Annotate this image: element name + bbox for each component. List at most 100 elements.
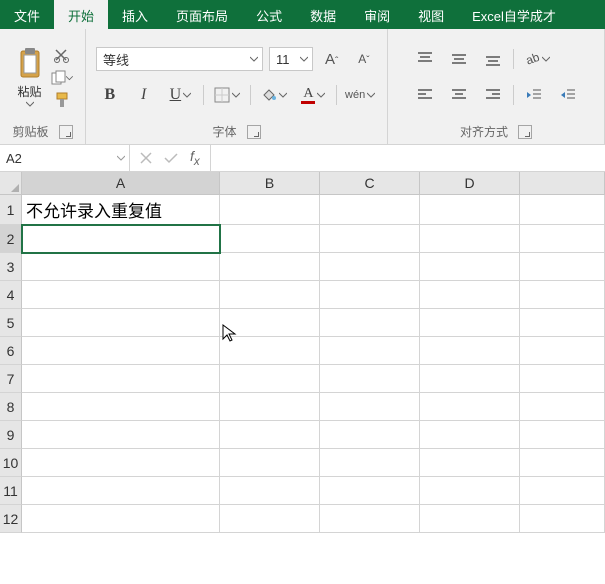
cell-D1[interactable]	[420, 195, 520, 225]
enter-formula-button[interactable]	[164, 152, 178, 164]
cell-B12[interactable]	[220, 505, 320, 533]
row-header-6[interactable]: 6	[0, 337, 22, 365]
cell-A9[interactable]	[22, 421, 220, 449]
cut-button[interactable]	[51, 47, 73, 65]
cell-D11[interactable]	[420, 477, 520, 505]
cell-B1[interactable]	[220, 195, 320, 225]
cell-D6[interactable]	[420, 337, 520, 365]
tab-insert[interactable]: 插入	[108, 0, 162, 29]
cell-D2[interactable]	[420, 225, 520, 253]
cell-4[interactable]	[520, 281, 605, 309]
cell-C12[interactable]	[320, 505, 420, 533]
cell-B10[interactable]	[220, 449, 320, 477]
tab-view[interactable]: 视图	[404, 0, 458, 29]
cell-B7[interactable]	[220, 365, 320, 393]
cell-C5[interactable]	[320, 309, 420, 337]
font-color-button[interactable]: A	[297, 82, 331, 108]
name-box[interactable]: A2	[0, 145, 130, 171]
cell-D8[interactable]	[420, 393, 520, 421]
cell-7[interactable]	[520, 365, 605, 393]
cell-B11[interactable]	[220, 477, 320, 505]
cell-A6[interactable]	[22, 337, 220, 365]
row-header-2[interactable]: 2	[0, 225, 22, 253]
italic-button[interactable]: I	[130, 82, 158, 108]
cell-A7[interactable]	[22, 365, 220, 393]
cell-B5[interactable]	[220, 309, 320, 337]
cell-3[interactable]	[520, 253, 605, 281]
col-header-A[interactable]: A	[22, 172, 220, 195]
cell-C7[interactable]	[320, 365, 420, 393]
cell-B8[interactable]	[220, 393, 320, 421]
tab-home[interactable]: 开始	[54, 0, 108, 29]
align-bottom-button[interactable]	[479, 46, 507, 72]
row-header-9[interactable]: 9	[0, 421, 22, 449]
cell-A4[interactable]	[22, 281, 220, 309]
increase-font-button[interactable]: Aˆ	[319, 46, 345, 72]
alignment-launcher[interactable]	[518, 125, 532, 139]
tab-page-layout[interactable]: 页面布局	[162, 0, 242, 29]
format-painter-button[interactable]	[51, 91, 73, 109]
row-header-8[interactable]: 8	[0, 393, 22, 421]
tab-data[interactable]: 数据	[296, 0, 350, 29]
cell-C10[interactable]	[320, 449, 420, 477]
formula-bar[interactable]	[210, 145, 605, 171]
cell-C9[interactable]	[320, 421, 420, 449]
cell-2[interactable]	[520, 225, 605, 253]
row-header-7[interactable]: 7	[0, 365, 22, 393]
cancel-formula-button[interactable]	[140, 152, 152, 164]
col-header-B[interactable]: B	[220, 172, 320, 195]
cell-A1[interactable]: 不允许录入重复值	[22, 195, 220, 225]
bold-button[interactable]: B	[96, 82, 124, 108]
align-top-button[interactable]	[411, 46, 439, 72]
underline-button[interactable]: U	[164, 82, 198, 108]
align-middle-button[interactable]	[445, 46, 473, 72]
col-header-C[interactable]: C	[320, 172, 420, 195]
orientation-button[interactable]: ab	[520, 46, 554, 72]
cell-10[interactable]	[520, 449, 605, 477]
tab-formulas[interactable]: 公式	[242, 0, 296, 29]
cell-B4[interactable]	[220, 281, 320, 309]
row-header-1[interactable]: 1	[0, 195, 22, 225]
tab-file[interactable]: 文件	[0, 0, 54, 29]
cell-A12[interactable]	[22, 505, 220, 533]
cell-A8[interactable]	[22, 393, 220, 421]
cell-D3[interactable]	[420, 253, 520, 281]
tab-review[interactable]: 审阅	[350, 0, 404, 29]
cell-11[interactable]	[520, 477, 605, 505]
insert-function-button[interactable]: fx	[190, 148, 200, 168]
cell-B9[interactable]	[220, 421, 320, 449]
cell-D4[interactable]	[420, 281, 520, 309]
cell-9[interactable]	[520, 421, 605, 449]
cell-B2[interactable]	[220, 225, 320, 253]
align-right-button[interactable]	[479, 82, 507, 108]
cell-12[interactable]	[520, 505, 605, 533]
cell-6[interactable]	[520, 337, 605, 365]
col-header-D[interactable]: D	[420, 172, 520, 195]
cell-D7[interactable]	[420, 365, 520, 393]
font-launcher[interactable]	[247, 125, 261, 139]
cell-A11[interactable]	[22, 477, 220, 505]
cell-C8[interactable]	[320, 393, 420, 421]
align-left-button[interactable]	[411, 82, 439, 108]
col-header-E[interactable]	[520, 172, 605, 195]
cell-C4[interactable]	[320, 281, 420, 309]
clipboard-launcher[interactable]	[59, 125, 73, 139]
borders-button[interactable]	[210, 82, 244, 108]
font-size-combo[interactable]: 11	[269, 47, 313, 71]
cell-B3[interactable]	[220, 253, 320, 281]
row-header-12[interactable]: 12	[0, 505, 22, 533]
copy-button[interactable]	[51, 69, 73, 87]
cell-B6[interactable]	[220, 337, 320, 365]
fill-color-button[interactable]	[257, 82, 291, 108]
cell-A2[interactable]	[22, 225, 220, 253]
increase-indent-button[interactable]	[554, 82, 582, 108]
row-header-11[interactable]: 11	[0, 477, 22, 505]
cell-D12[interactable]	[420, 505, 520, 533]
align-center-button[interactable]	[445, 82, 473, 108]
cell-C1[interactable]	[320, 195, 420, 225]
decrease-indent-button[interactable]	[520, 82, 548, 108]
phonetic-button[interactable]: wén	[343, 82, 377, 108]
cell-C6[interactable]	[320, 337, 420, 365]
decrease-font-button[interactable]: Aˇ	[351, 46, 377, 72]
select-all-corner[interactable]	[0, 172, 22, 195]
